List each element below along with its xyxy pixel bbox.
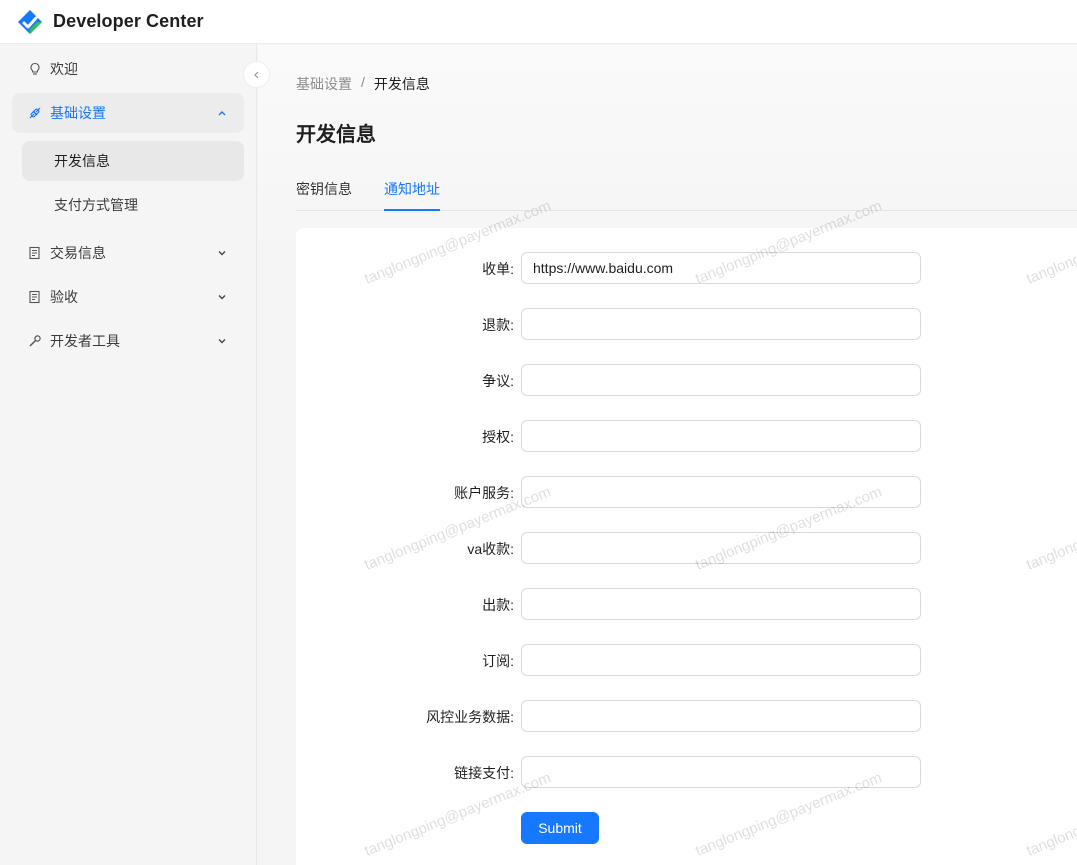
sidebar-subitem-label: 开发信息 <box>54 153 110 169</box>
field-label-account-service: 账户服务: <box>454 485 514 501</box>
form-row: 订阅: <box>296 644 1077 676</box>
form-row: 账户服务: <box>296 476 1077 508</box>
dispute-url-input[interactable] <box>521 364 921 396</box>
form-row: 争议: <box>296 364 1077 396</box>
sidebar-item-basic-settings[interactable]: 基础设置 <box>12 93 244 133</box>
chevron-down-icon <box>218 339 226 344</box>
form-row: va收款: <box>296 532 1077 564</box>
sidebar: 欢迎 基础设置 开发信息 支付方式管理 交易信息 验收 开发者工具 <box>0 44 257 865</box>
sidebar-subitem-dev-info[interactable]: 开发信息 <box>22 141 244 181</box>
field-label-payout: 出款: <box>482 597 514 613</box>
account-service-url-input[interactable] <box>521 476 921 508</box>
sidebar-subitem-payment-methods[interactable]: 支付方式管理 <box>22 185 244 225</box>
bulb-icon <box>28 62 42 76</box>
sidebar-item-label: 验收 <box>50 289 78 305</box>
field-label-refund: 退款: <box>482 317 514 333</box>
tab-notify-url[interactable]: 通知地址 <box>384 179 440 211</box>
authorization-url-input[interactable] <box>521 420 921 452</box>
va-collection-url-input[interactable] <box>521 532 921 564</box>
breadcrumb-separator: / <box>361 74 365 90</box>
form-row: 退款: <box>296 308 1077 340</box>
risk-data-url-input[interactable] <box>521 700 921 732</box>
link-payment-url-input[interactable] <box>521 756 921 788</box>
tab-key-info[interactable]: 密钥信息 <box>296 179 352 211</box>
form-row: 收单: <box>296 252 1077 284</box>
form-row: 授权: <box>296 420 1077 452</box>
submit-button[interactable]: Submit <box>521 812 599 844</box>
wrench-icon <box>28 334 42 348</box>
field-label-authorization: 授权: <box>482 429 514 445</box>
field-label-acquiring: 收单: <box>482 261 514 277</box>
breadcrumb: 基础设置 / 开发信息 <box>296 74 430 94</box>
payout-url-input[interactable] <box>521 588 921 620</box>
refund-url-input[interactable] <box>521 308 921 340</box>
notify-url-form-card: 收单: 退款: 争议: 授权: 账户服务: va收款: 出款: 订阅: <box>296 228 1077 865</box>
tab-bar: 密钥信息 通知地址 <box>296 175 1077 211</box>
sidebar-item-acceptance[interactable]: 验收 <box>12 277 244 317</box>
top-header: Developer Center <box>0 0 1077 44</box>
sidebar-item-label: 基础设置 <box>50 105 106 121</box>
chevron-down-icon <box>218 251 226 256</box>
sidebar-item-label: 欢迎 <box>50 61 78 77</box>
sidebar-collapse-button[interactable] <box>243 61 270 88</box>
document-icon <box>28 290 42 304</box>
sidebar-item-dev-tools[interactable]: 开发者工具 <box>12 321 244 361</box>
breadcrumb-parent[interactable]: 基础设置 <box>296 74 352 94</box>
sidebar-item-transactions[interactable]: 交易信息 <box>12 233 244 273</box>
field-label-dispute: 争议: <box>482 373 514 389</box>
sidebar-subitem-label: 支付方式管理 <box>54 197 138 213</box>
link-icon <box>28 106 42 120</box>
main-content: 基础设置 / 开发信息 开发信息 密钥信息 通知地址 收单: 退款: 争议: 授… <box>258 45 1077 865</box>
sidebar-item-label: 交易信息 <box>50 245 106 261</box>
breadcrumb-current: 开发信息 <box>373 76 430 92</box>
page-title: 开发信息 <box>296 124 376 146</box>
chevron-down-icon <box>218 295 226 300</box>
field-label-link-payment: 链接支付: <box>454 765 514 781</box>
document-icon <box>28 246 42 260</box>
field-label-subscription: 订阅: <box>482 653 514 669</box>
form-row: 链接支付: <box>296 756 1077 788</box>
form-row: 风控业务数据: <box>296 700 1077 732</box>
acquiring-url-input[interactable] <box>521 252 921 284</box>
developer-center-logo <box>18 9 42 34</box>
sidebar-item-welcome[interactable]: 欢迎 <box>12 49 244 89</box>
field-label-va-collection: va收款: <box>467 541 514 557</box>
sidebar-item-label: 开发者工具 <box>50 333 120 349</box>
chevron-up-icon <box>218 111 226 116</box>
subscription-url-input[interactable] <box>521 644 921 676</box>
app-title: Developer Center <box>53 11 204 31</box>
chevron-left-icon <box>253 71 258 78</box>
form-row: 出款: <box>296 588 1077 620</box>
field-label-risk-data: 风控业务数据: <box>426 709 514 725</box>
